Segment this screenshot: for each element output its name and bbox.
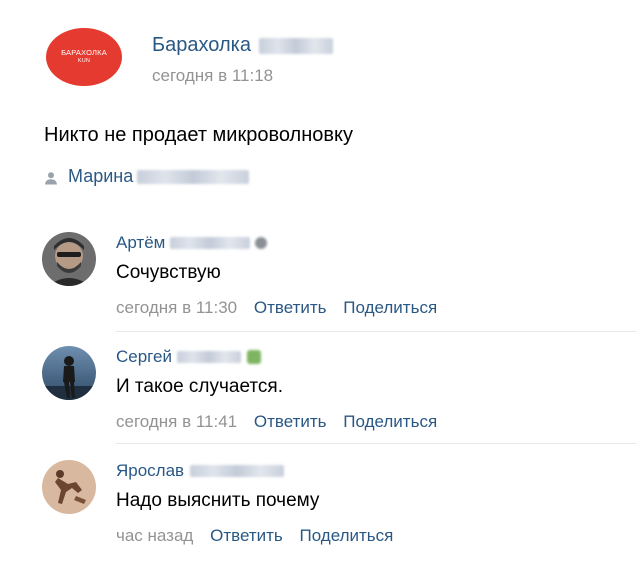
comment-text: И такое случается. — [116, 376, 283, 397]
share-button[interactable]: Поделиться — [300, 526, 394, 545]
group-name-label: Барахолка — [152, 34, 251, 56]
group-name[interactable]: Барахолка — [152, 34, 333, 57]
comment-text: Сочувствую — [116, 262, 221, 283]
blurred-surname — [190, 465, 285, 477]
blurred-surname — [176, 351, 241, 363]
comment-meta: сегодня в 11:41 Ответить Поделиться — [116, 412, 636, 432]
group-logo-subtext: KUN — [77, 58, 91, 64]
blurred-group-name — [258, 37, 333, 54]
group-logo-text: БАРАХОЛКА — [61, 48, 107, 57]
comment-author-name: Артём — [116, 233, 166, 252]
comment-time[interactable]: сегодня в 11:41 — [116, 412, 237, 431]
avatar[interactable] — [42, 232, 96, 286]
reply-button[interactable]: Ответить — [254, 412, 327, 431]
comment-author-name: Сергей — [116, 347, 172, 366]
post-author-name: Марина — [68, 166, 134, 186]
reply-button[interactable]: Ответить — [210, 526, 283, 545]
blurred-surname — [170, 237, 251, 249]
comment-author[interactable]: Сергей — [116, 346, 636, 368]
post-text: Никто не продает микроволновку — [44, 124, 353, 146]
reply-button[interactable]: Ответить — [254, 298, 327, 317]
comment: Сергей И такое случается. сегодня в 11:4… — [42, 346, 636, 442]
blurred-emoji — [246, 350, 261, 364]
avatar-photo — [42, 232, 96, 286]
avatar[interactable] — [42, 346, 96, 400]
comment-body: Сергей И такое случается. сегодня в 11:4… — [116, 346, 636, 432]
user-icon — [45, 171, 57, 184]
comment: Артём Сочувствую сегодня в 11:30 Ответит… — [42, 232, 636, 328]
post-header: БАРАХОЛКА KUN Барахолка сегодня в 11:18 — [46, 28, 606, 92]
comment-author[interactable]: Ярослав — [116, 460, 636, 482]
comment-body: Ярослав Надо выяснить почему час назад О… — [116, 460, 636, 546]
comment-meta: сегодня в 11:30 Ответить Поделиться — [116, 298, 636, 318]
divider — [116, 443, 636, 444]
share-button[interactable]: Поделиться — [343, 412, 437, 431]
comment-text: Надо выяснить почему — [116, 490, 320, 511]
blurred-emoji — [255, 237, 268, 249]
comment-time[interactable]: час назад — [116, 526, 193, 545]
comment: Ярослав Надо выяснить почему час назад О… — [42, 460, 636, 556]
comment-body: Артём Сочувствую сегодня в 11:30 Ответит… — [116, 232, 636, 318]
blurred-author-surname — [137, 169, 250, 184]
avatar-photo — [42, 460, 96, 514]
comment-time[interactable]: сегодня в 11:30 — [116, 298, 237, 317]
divider — [116, 331, 636, 332]
comment-author-name: Ярослав — [116, 461, 185, 480]
comment-meta: час назад Ответить Поделиться — [116, 526, 636, 546]
share-button[interactable]: Поделиться — [343, 298, 437, 317]
post-author[interactable]: Марина — [44, 166, 250, 187]
avatar[interactable] — [42, 460, 96, 514]
post-time[interactable]: сегодня в 11:18 — [152, 66, 273, 86]
avatar-photo — [42, 346, 96, 400]
group-logo[interactable]: БАРАХОЛКА KUN — [46, 28, 122, 86]
comment-author[interactable]: Артём — [116, 232, 636, 254]
